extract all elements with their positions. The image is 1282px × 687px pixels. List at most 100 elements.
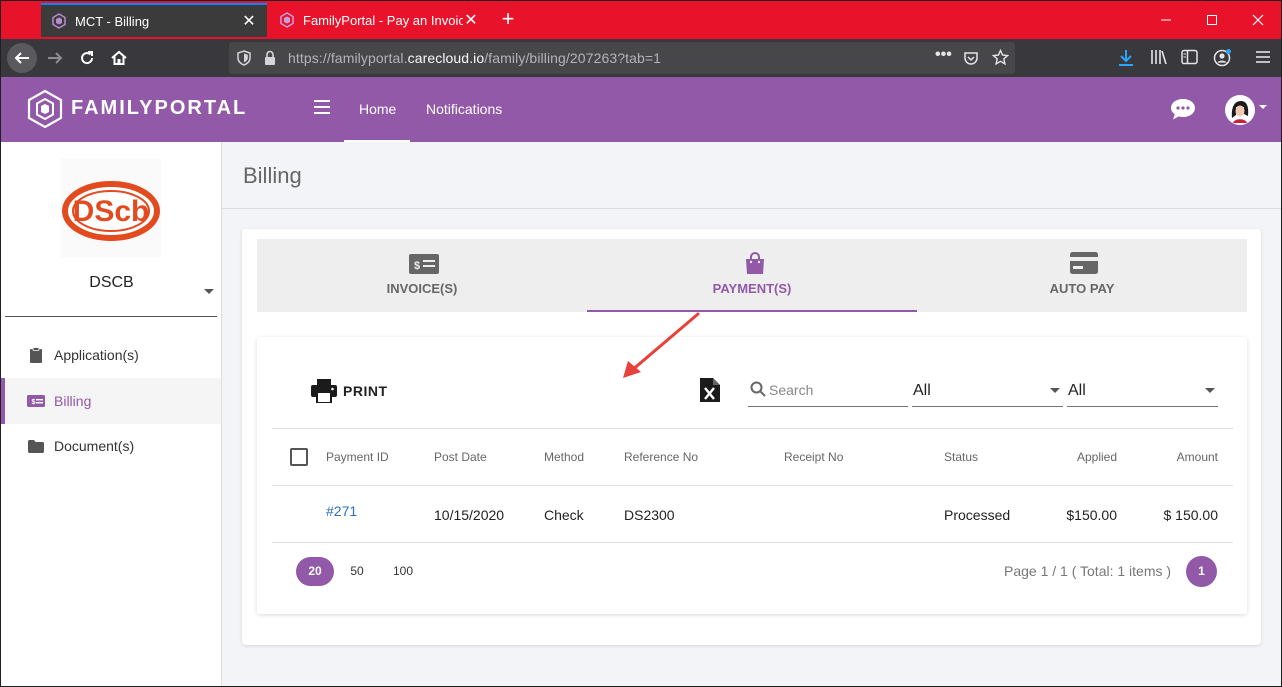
brand-logo-icon[interactable] xyxy=(26,89,64,134)
filter-select-1[interactable]: All xyxy=(912,375,1063,407)
page-size-50[interactable]: 50 xyxy=(342,557,372,586)
pocket-icon[interactable] xyxy=(963,50,979,71)
brand-name[interactable]: FAMILYPORTAL xyxy=(71,97,247,120)
column-header[interactable]: Reference No xyxy=(624,450,698,464)
search-field[interactable] xyxy=(748,375,908,407)
sidebar-item-label: Document(s) xyxy=(54,438,135,454)
home-icon[interactable] xyxy=(104,43,134,73)
maximize-icon[interactable] xyxy=(1189,1,1235,39)
divider xyxy=(272,542,1233,543)
table-cell: $ 150.00 xyxy=(1163,507,1219,523)
org-name[interactable]: DSCB xyxy=(1,274,222,292)
column-header[interactable]: Status xyxy=(944,450,978,464)
column-header[interactable]: Applied xyxy=(1017,450,1117,464)
divider xyxy=(272,485,1233,486)
sidebar-toggle-icon[interactable] xyxy=(1181,49,1198,70)
shield-icon[interactable] xyxy=(237,50,251,71)
divider xyxy=(272,428,1233,429)
column-header[interactable]: Amount xyxy=(1118,450,1218,464)
search-input[interactable] xyxy=(769,379,904,401)
close-icon[interactable]: ✕ xyxy=(241,11,257,31)
url-bar[interactable]: https://familyportal.carecloud.io/family… xyxy=(229,42,1015,74)
select-all-checkbox[interactable] xyxy=(290,448,308,466)
sidebar-item-documents[interactable]: Document(s) xyxy=(1,423,221,469)
org-dropdown-icon[interactable] xyxy=(204,289,214,294)
tab-invoices[interactable]: $ INVOICE(S) xyxy=(257,239,587,312)
billing-tabs: $ INVOICE(S) PAYMENT(S) AUTO PAY xyxy=(257,239,1247,312)
tab-title: MCT - Billing xyxy=(75,13,150,29)
column-header[interactable]: Post Date xyxy=(434,450,487,464)
excel-export-icon[interactable] xyxy=(700,378,720,402)
browser-tab-bar: MCT - Billing ✕ FamilyPortal - Pay an In… xyxy=(1,1,1281,39)
print-label: PRINT xyxy=(343,383,388,399)
page-number-button[interactable]: 1 xyxy=(1186,556,1217,587)
library-icon[interactable] xyxy=(1150,49,1168,70)
table-cell: Check xyxy=(544,507,584,523)
browser-tab-inactive[interactable]: FamilyPortal - Pay an Invoice – ✕ xyxy=(269,3,489,37)
table-cell: $150.00 xyxy=(1066,507,1117,523)
page-size-100[interactable]: 100 xyxy=(385,557,421,586)
nav-active-indicator xyxy=(344,140,410,142)
svg-text:$: $ xyxy=(32,399,36,406)
app-header: FAMILYPORTAL Home Notifications xyxy=(1,77,1281,142)
favicon-icon xyxy=(51,13,67,29)
sidebar-item-label: Billing xyxy=(54,393,92,409)
browser-nav-bar: https://familyportal.carecloud.io/family… xyxy=(1,39,1281,77)
tab-label: INVOICE(S) xyxy=(386,281,458,296)
search-icon xyxy=(750,381,766,402)
select-value: All xyxy=(913,382,931,399)
filter-select-2[interactable]: All xyxy=(1067,375,1218,407)
screen: MCT - Billing ✕ FamilyPortal - Pay an In… xyxy=(0,0,1282,687)
chat-icon[interactable] xyxy=(1170,97,1196,126)
menu-icon[interactable] xyxy=(1255,50,1271,69)
credit-card-icon xyxy=(1069,252,1099,274)
lock-icon[interactable] xyxy=(264,50,276,71)
account-icon[interactable] xyxy=(1213,48,1232,72)
url-text[interactable]: https://familyportal.carecloud.io/family… xyxy=(288,50,661,66)
tab-payments[interactable]: PAYMENT(S) xyxy=(587,239,917,312)
table-cell: 10/15/2020 xyxy=(434,507,505,523)
pagination-info: Page 1 / 1 ( Total: 1 items ) xyxy=(1004,563,1172,579)
clipboard-icon xyxy=(27,347,45,363)
hamburger-menu-icon[interactable] xyxy=(314,100,330,118)
svg-text:$: $ xyxy=(414,260,420,272)
close-icon[interactable]: ✕ xyxy=(463,10,479,30)
avatar-dropdown-icon[interactable] xyxy=(1259,105,1267,109)
back-icon[interactable] xyxy=(7,43,37,73)
minimize-icon[interactable] xyxy=(1143,1,1189,39)
favicon-icon xyxy=(279,12,295,28)
org-logo: DScb xyxy=(61,158,161,258)
page-size-20[interactable]: 20 xyxy=(296,557,334,586)
more-actions-icon[interactable]: ••• xyxy=(935,46,952,64)
svg-text:DScb: DScb xyxy=(73,195,150,228)
sidebar-item-applications[interactable]: Application(s) xyxy=(1,332,221,378)
folder-icon xyxy=(27,439,45,453)
chevron-down-icon xyxy=(1050,388,1060,393)
payment-id-link[interactable]: #271 xyxy=(326,503,357,519)
print-button[interactable]: PRINT xyxy=(311,379,388,403)
avatar[interactable] xyxy=(1224,94,1256,131)
chevron-down-icon xyxy=(1205,388,1215,393)
invoice-icon: $ xyxy=(27,394,45,408)
new-tab-icon[interactable]: + xyxy=(496,7,520,31)
browser-tab-active[interactable]: MCT - Billing ✕ xyxy=(41,3,267,37)
nav-home[interactable]: Home xyxy=(359,101,396,117)
download-icon[interactable] xyxy=(1118,49,1134,72)
select-value: All xyxy=(1068,382,1086,399)
column-header[interactable]: Payment ID xyxy=(326,450,389,464)
nav-notifications[interactable]: Notifications xyxy=(426,101,502,117)
forward-icon[interactable] xyxy=(40,43,70,73)
window-close-icon[interactable] xyxy=(1235,1,1281,39)
divider xyxy=(5,316,217,317)
tab-auto-pay[interactable]: AUTO PAY xyxy=(917,239,1247,312)
column-header[interactable]: Method xyxy=(544,450,584,464)
star-icon[interactable] xyxy=(991,48,1010,71)
column-header[interactable]: Receipt No xyxy=(784,450,843,464)
reload-icon[interactable] xyxy=(72,43,102,73)
table-cell: Processed xyxy=(944,507,1011,523)
page-title: Billing xyxy=(243,163,302,188)
sidebar: DScb DSCB Application(s) $ Billing Docum… xyxy=(1,142,222,686)
tab-label: AUTO PAY xyxy=(1049,281,1115,296)
printer-icon xyxy=(311,379,337,403)
sidebar-item-billing[interactable]: $ Billing xyxy=(1,378,221,424)
